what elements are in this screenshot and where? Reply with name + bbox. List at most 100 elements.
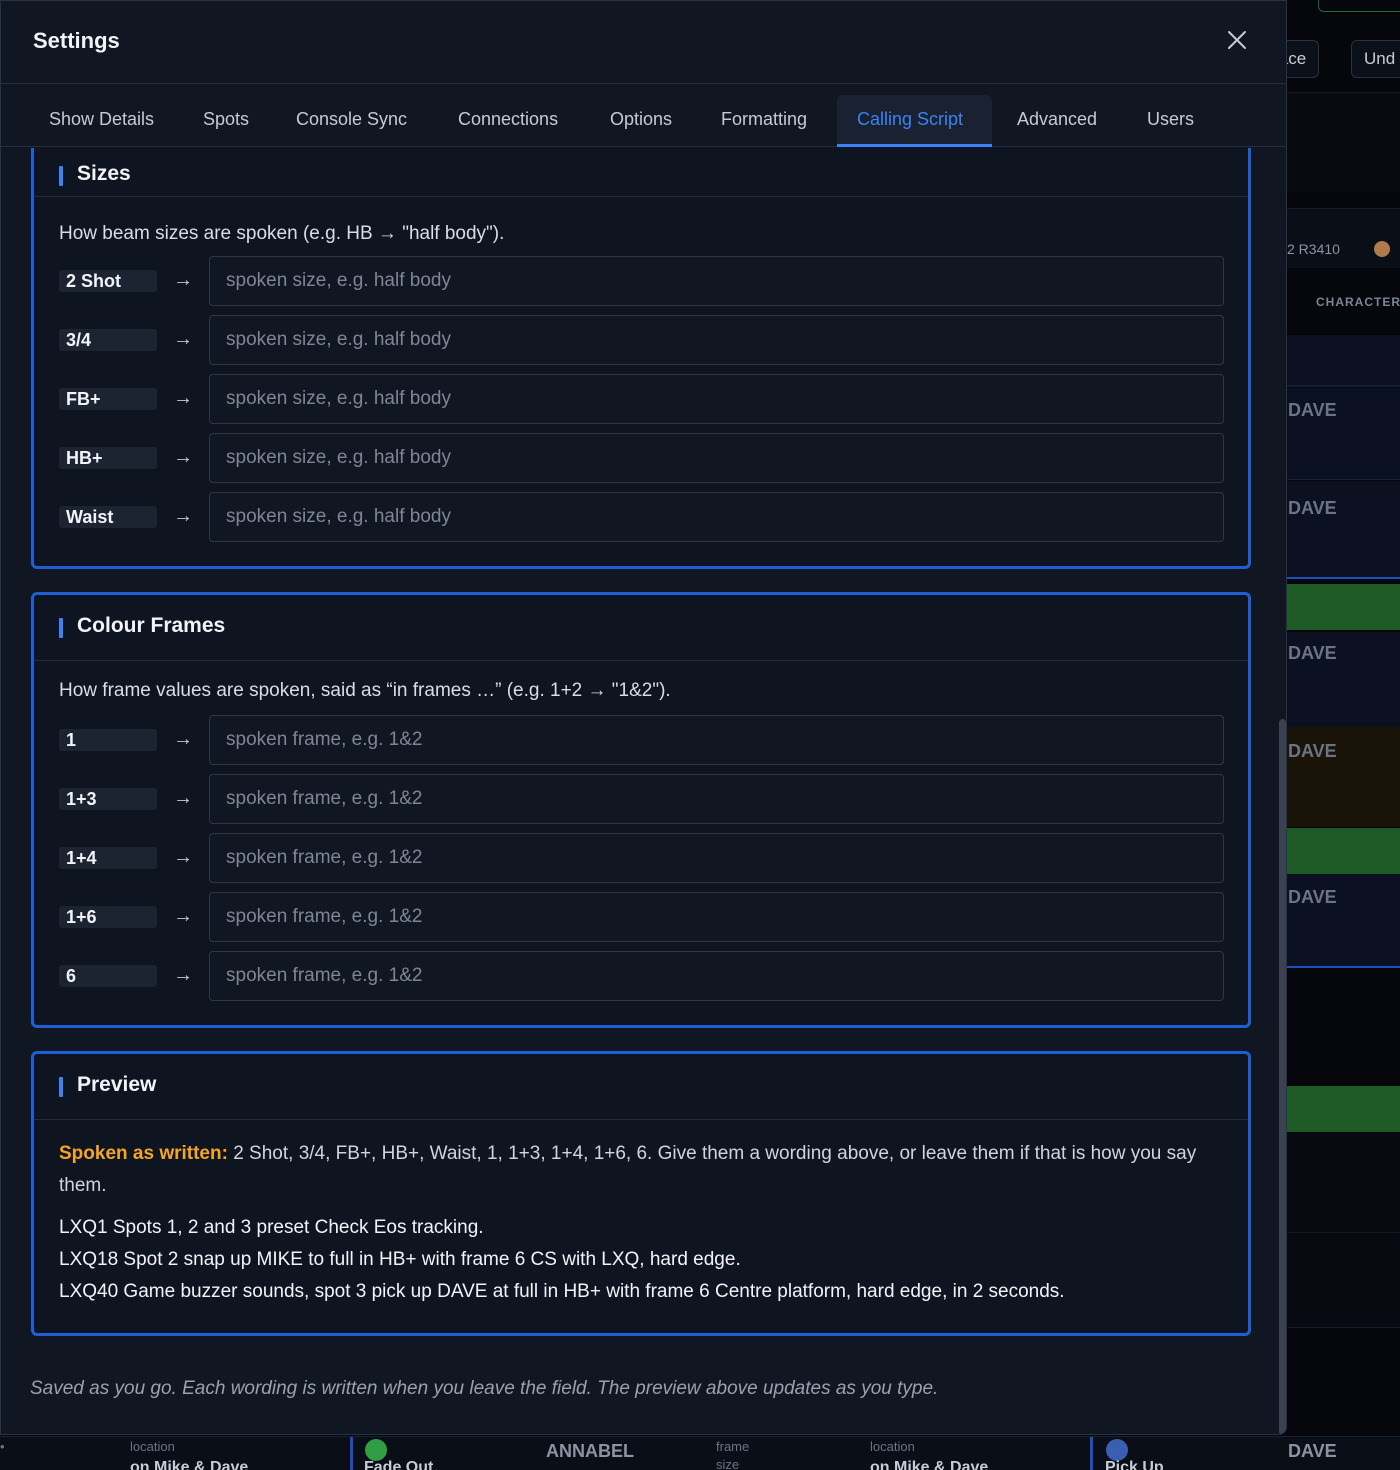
arrow-right-icon: → — [173, 387, 193, 409]
frame-wording-input[interactable] — [209, 892, 1224, 942]
bg-status-dot — [1374, 241, 1390, 257]
bg-location-label: location — [130, 1439, 175, 1454]
preview-line: LXQ1 Spots 1, 2 and 3 preset Check Eos t… — [59, 1217, 484, 1238]
bg-rig-label: 2 R3410 — [1287, 241, 1340, 257]
bg-undo-button[interactable]: Und — [1351, 40, 1400, 78]
bg-location-value: on Mike & Dave — [870, 1459, 989, 1470]
frame-mapping-row: 6 → — [59, 951, 1225, 1001]
arrow-right-icon: → — [173, 269, 193, 291]
size-key: HB+ — [59, 447, 157, 469]
sizes-section-title: Sizes — [77, 162, 131, 185]
size-key: FB+ — [59, 388, 157, 410]
frame-mapping-row: 1+6 → — [59, 892, 1225, 942]
bg-row-go[interactable] — [1287, 1086, 1400, 1132]
frame-mapping-row: 1 → — [59, 715, 1225, 765]
preview-body: Spoken as written: 2 Shot, 3/4, FB+, HB+… — [59, 1138, 1219, 1308]
size-key: Waist — [59, 506, 157, 528]
bg-divider — [350, 1437, 353, 1470]
settings-modal: Settings Show Details Spots Console Sync… — [0, 0, 1287, 1435]
bg-header-row — [1287, 208, 1400, 268]
preview-section: Preview Spoken as written: 2 Shot, 3/4, … — [31, 1051, 1251, 1336]
preview-line: LXQ40 Game buzzer sounds, spot 3 pick up… — [59, 1281, 1065, 1302]
warning-label: Spoken as written: — [59, 1143, 228, 1164]
tab-spots[interactable]: Spots — [183, 95, 269, 147]
tab-formatting[interactable]: Formatting — [701, 95, 827, 147]
bg-character-name: DAVE — [1288, 498, 1337, 518]
bg-character-name: DAVE — [1288, 400, 1337, 420]
bg-row-go[interactable] — [1287, 584, 1400, 630]
bg-row[interactable] — [1287, 1133, 1400, 1233]
bg-size-label: size — [716, 1457, 740, 1470]
bg-divider — [1090, 1437, 1093, 1470]
frame-key: 1+3 — [59, 788, 157, 810]
size-key: 3/4 — [59, 329, 157, 351]
colour-frames-section-title: Colour Frames — [77, 614, 226, 637]
bg-character-name: DAVE — [1288, 741, 1337, 761]
arrow-right-icon: → — [173, 964, 193, 986]
colour-frames-section: Colour Frames How frame values are spoke… — [31, 592, 1251, 1028]
warning-text: 2 Shot, 3/4, FB+, HB+, Waist, 1, 1+3, 1+… — [59, 1143, 1197, 1196]
bg-frame-label: frame — [716, 1439, 750, 1454]
bg-row — [1287, 335, 1400, 387]
tab-users[interactable]: Users — [1127, 95, 1214, 147]
bg-toolbar — [1287, 92, 1400, 192]
preview-section-title: Preview — [77, 1073, 157, 1096]
bg-row[interactable] — [1287, 481, 1400, 579]
frame-wording-input[interactable] — [209, 774, 1224, 824]
tab-console-sync[interactable]: Console Sync — [276, 95, 427, 147]
settings-content[interactable]: Sizes How beam sizes are spoken (e.g. HB… — [1, 148, 1279, 1434]
frame-mapping-row: 1+4 → — [59, 833, 1225, 883]
tab-connections[interactable]: Connections — [438, 95, 578, 147]
frame-mapping-row: 1+3 → — [59, 774, 1225, 824]
bg-bottom-cue-row: • location on Mike & Dave Fade Out ANNAB… — [0, 1436, 1400, 1470]
arrow-right-icon: → — [173, 328, 193, 350]
sizes-description: How beam sizes are spoken (e.g. HB → "ha… — [59, 223, 505, 244]
size-mapping-row: HB+ → — [59, 433, 1225, 483]
frame-wording-input[interactable] — [209, 833, 1224, 883]
size-wording-input[interactable] — [209, 374, 1224, 424]
frame-wording-input[interactable] — [209, 715, 1224, 765]
close-button[interactable] — [1223, 26, 1251, 54]
tab-calling-script[interactable]: Calling Script — [837, 95, 992, 147]
size-mapping-row: Waist → — [59, 492, 1225, 542]
modal-header: Settings — [1, 1, 1286, 84]
modal-title: Settings — [33, 28, 120, 53]
section-accent-bar — [59, 618, 63, 638]
arrow-right-icon: → — [173, 846, 193, 868]
bg-green-button — [1318, 0, 1400, 12]
size-key: 2 Shot — [59, 270, 157, 292]
frame-key: 1 — [59, 729, 157, 751]
frame-key: 1+6 — [59, 906, 157, 928]
bg-row-go[interactable] — [1287, 828, 1400, 874]
tab-show-details[interactable]: Show Details — [29, 95, 174, 147]
section-accent-bar — [59, 166, 63, 186]
size-wording-input[interactable] — [209, 433, 1224, 483]
bg-row[interactable] — [1287, 1234, 1400, 1328]
bg-character-name: ANNABEL — [546, 1441, 634, 1461]
bg-location-label: location — [870, 1439, 915, 1454]
bg-character-name: DAVE — [1288, 1441, 1337, 1461]
frame-key: 6 — [59, 965, 157, 987]
colour-frames-description: How frame values are spoken, said as “in… — [59, 680, 671, 701]
tab-options[interactable]: Options — [590, 95, 692, 147]
bg-character-header: CHARACTER — [1316, 295, 1400, 309]
section-accent-bar — [59, 1077, 63, 1097]
arrow-right-icon: → — [173, 728, 193, 750]
size-mapping-row: FB+ → — [59, 374, 1225, 424]
content-scrollbar[interactable] — [1279, 719, 1286, 1434]
frame-wording-input[interactable] — [209, 951, 1224, 1001]
up-arrow-icon — [1106, 1439, 1128, 1461]
tab-advanced[interactable]: Advanced — [997, 95, 1117, 147]
size-wording-input[interactable] — [209, 492, 1224, 542]
arrow-right-icon: → — [173, 505, 193, 527]
bg-character-name: DAVE — [1288, 887, 1337, 907]
preview-section-header: Preview — [34, 1054, 1248, 1120]
bg-character-name: DAVE — [1288, 643, 1337, 663]
size-wording-input[interactable] — [209, 256, 1224, 306]
close-icon — [1228, 31, 1246, 49]
bg-dot: • — [0, 1439, 5, 1454]
size-wording-input[interactable] — [209, 315, 1224, 365]
bg-action-value: Fade Out — [364, 1459, 434, 1470]
down-arrow-icon — [365, 1439, 387, 1461]
bg-location-value: on Mike & Dave — [130, 1459, 249, 1470]
